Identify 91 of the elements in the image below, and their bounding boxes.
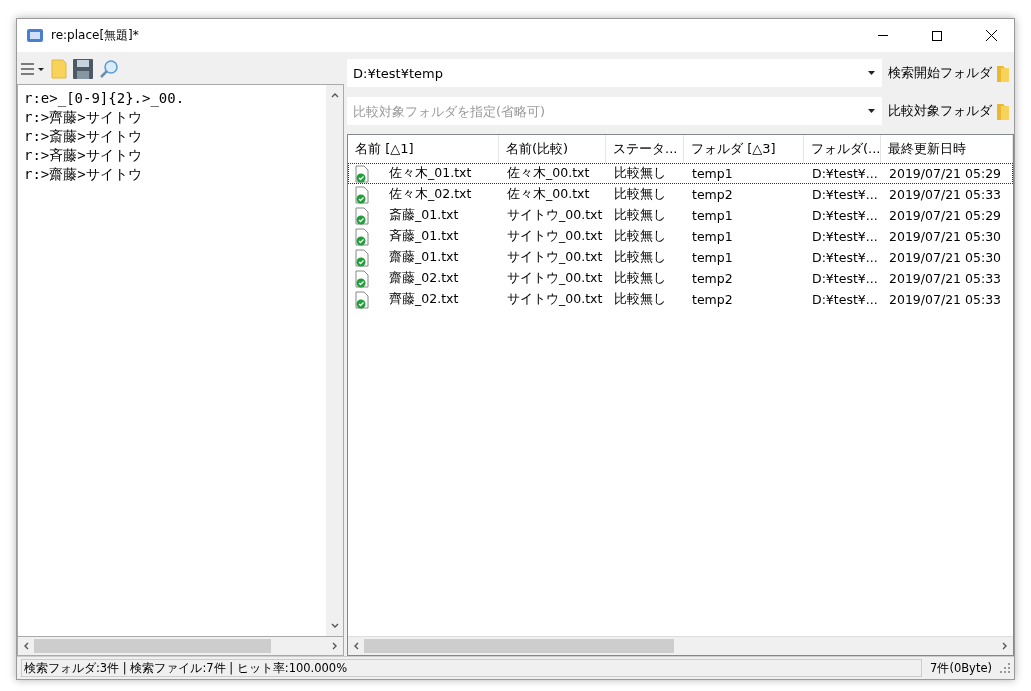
file-check-icon	[355, 290, 369, 309]
table-cell: D:¥test¥...	[812, 271, 878, 286]
resize-grip-icon[interactable]	[1000, 663, 1010, 673]
table-cell: 比較無し	[614, 186, 666, 203]
compare-folder-button[interactable]: 比較対象フォルダ	[888, 101, 1014, 121]
table-cell: 斉藤_01.txt	[389, 228, 459, 245]
dropdown-caret-icon[interactable]	[867, 71, 875, 75]
table-cell: 齋藤_01.txt	[389, 249, 459, 266]
table-cell: サイトウ_00.txt	[507, 228, 603, 245]
column-header[interactable]: 名前(比較)	[499, 135, 606, 163]
status-count: 7件(0Byte)	[929, 660, 993, 676]
file-row[interactable]: 齋藤_02.txt サイトウ_00.txt 比較無し temp2 D:¥test¥... 2019/07/21 05:33	[348, 268, 1013, 289]
column-header[interactable]: 名前 [△1]	[348, 135, 499, 163]
file-row[interactable]: 斎藤_01.txt サイトウ_00.txt 比較無し temp1 D:¥test¥... 2019/07/21 05:29	[348, 205, 1013, 226]
table-cell: サイトウ_00.txt	[507, 270, 603, 287]
table-cell: 2019/07/21 05:29	[889, 166, 1002, 181]
table-cell: 斎藤_01.txt	[389, 207, 459, 224]
rule-line: r:>斉藤>サイトウ	[24, 146, 143, 165]
table-cell: 佐々木_01.txt	[389, 165, 472, 182]
file-check-icon	[355, 164, 369, 183]
table-cell: 2019/07/21 05:33	[889, 187, 1002, 202]
file-row[interactable]: 斉藤_01.txt サイトウ_00.txt 比較無し temp1 D:¥test¥... 2019/07/21 05:30	[348, 226, 1013, 247]
table-cell: 齋藤_02.txt	[389, 270, 459, 287]
table-cell: 2019/07/21 05:33	[889, 292, 1002, 307]
compare-folder-field[interactable]: 比較対象フォルダを指定(省略可)	[347, 97, 860, 125]
rule-line: r:e>_[0-9]{2}.>_00.	[24, 89, 186, 108]
table-cell: サイトウ_00.txt	[507, 249, 603, 266]
table-cell: 2019/07/21 05:30	[889, 229, 1002, 244]
table-cell: temp1	[692, 229, 733, 244]
table-cell: D:¥test¥...	[812, 166, 878, 181]
file-row[interactable]: 佐々木_01.txt 佐々木_00.txt 比較無し temp1 D:¥test¥... 2019/07/21 05:29	[348, 163, 1013, 184]
close-icon	[985, 30, 997, 41]
search-icon[interactable]	[99, 59, 119, 79]
rule-line: r:>齊藤>サイトウ	[24, 108, 143, 127]
table-cell: D:¥test¥...	[812, 229, 878, 244]
file-check-icon	[355, 185, 369, 204]
search-folder-field[interactable]: D:¥test¥temp	[347, 59, 860, 87]
table-cell: 比較無し	[614, 165, 666, 182]
table-cell: temp1	[692, 250, 733, 265]
file-row[interactable]: 齊藤_02.txt サイトウ_00.txt 比較無し temp2 D:¥test¥... 2019/07/21 05:33	[348, 289, 1013, 310]
table-cell: 齊藤_02.txt	[389, 291, 459, 308]
folder-icon	[996, 101, 1010, 121]
table-cell: 佐々木_02.txt	[389, 186, 472, 203]
horizontal-scrollbar[interactable]	[17, 637, 344, 656]
table-cell: temp2	[692, 271, 733, 286]
app-logo-icon	[27, 29, 43, 42]
window-title: re:place[無題]*	[51, 27, 140, 44]
table-cell: サイトウ_00.txt	[507, 291, 603, 308]
minimize-icon	[878, 35, 888, 36]
table-cell: D:¥test¥...	[812, 292, 878, 307]
rule-line: r:>斎藤>サイトウ	[24, 127, 143, 146]
table-cell: 比較無し	[614, 207, 666, 224]
dropdown-caret-icon[interactable]	[867, 109, 875, 113]
table-cell: サイトウ_00.txt	[507, 207, 603, 224]
file-row[interactable]: 齋藤_01.txt サイトウ_00.txt 比較無し temp1 D:¥test¥... 2019/07/21 05:30	[348, 247, 1013, 268]
table-cell: D:¥test¥...	[812, 208, 878, 223]
table-cell: 比較無し	[614, 291, 666, 308]
column-header[interactable]: ステータ...	[606, 135, 684, 163]
dropdown-button[interactable]	[860, 59, 882, 87]
status-text: 検索フォルダ:3件 | 検索ファイル:7件 | ヒット率:100.000%	[24, 660, 348, 676]
table-cell: temp2	[692, 187, 733, 202]
column-header[interactable]: フォルダ(...	[804, 135, 881, 163]
table-cell: 比較無し	[614, 249, 666, 266]
file-check-icon	[355, 206, 369, 225]
maximize-icon	[932, 30, 942, 41]
folder-icon	[996, 63, 1010, 83]
dropdown-button[interactable]	[860, 97, 882, 125]
table-cell: temp1	[692, 166, 733, 181]
file-check-icon	[355, 269, 369, 288]
table-cell: 2019/07/21 05:29	[889, 208, 1002, 223]
rule-line: r:>齋藤>サイトウ	[24, 165, 143, 184]
rule-editor[interactable]: r:e>_[0-9]{2}.>_00. r:>齊藤>サイトウ r:>斎藤>サイトウ r:>斉藤>サイトウ r:>齋藤>サイトウ	[17, 84, 344, 637]
table-cell: 佐々木_00.txt	[507, 165, 590, 182]
menu-icon[interactable]	[21, 62, 45, 76]
file-check-icon	[355, 248, 369, 267]
column-header[interactable]: 最終更新日時	[881, 135, 1013, 163]
file-check-icon	[355, 227, 369, 246]
table-cell: 比較無し	[614, 228, 666, 245]
column-header[interactable]: フォルダ [△3]	[684, 135, 804, 163]
table-cell: 2019/07/21 05:30	[889, 250, 1002, 265]
vertical-scrollbar[interactable]	[326, 85, 343, 636]
table-cell: 比較無し	[614, 270, 666, 287]
file-row[interactable]: 佐々木_02.txt 佐々木_00.txt 比較無し temp2 D:¥test¥... 2019/07/21 05:33	[348, 184, 1013, 205]
table-cell: D:¥test¥...	[812, 250, 878, 265]
table-cell: 佐々木_00.txt	[507, 186, 590, 203]
search-folder-button[interactable]: 検索開始フォルダ	[888, 63, 1014, 83]
table-cell: temp2	[692, 292, 733, 307]
table-cell: temp1	[692, 208, 733, 223]
save-icon[interactable]	[73, 59, 93, 79]
table-cell: D:¥test¥...	[812, 187, 878, 202]
table-cell: 2019/07/21 05:33	[889, 271, 1002, 286]
